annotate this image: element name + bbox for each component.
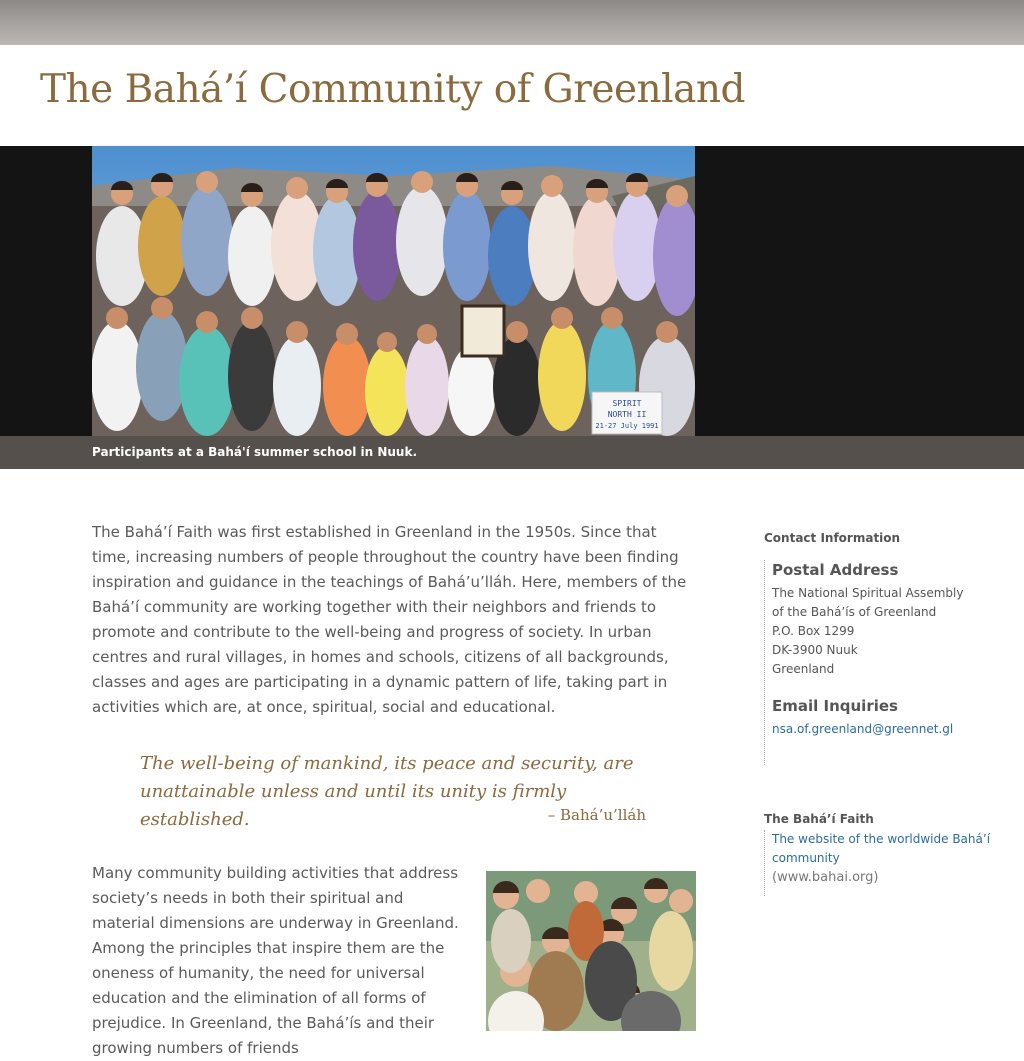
email-link[interactable]: nsa.of.greenland@greennet.gl bbox=[772, 720, 1012, 739]
community-paragraph: Many community building activities that … bbox=[92, 864, 459, 1057]
address-line: P.O. Box 1299 bbox=[772, 624, 855, 638]
hero-caption-bar: Participants at a Bahá'í summer school i… bbox=[0, 436, 1024, 469]
bahai-faith-block: The website of the worldwide Bahá’í comm… bbox=[764, 830, 992, 896]
intro-paragraph: The Bahá’í Faith was first established i… bbox=[92, 523, 687, 716]
group-photo-illustration: SPIRIT NORTH II 21-27 July 1991 bbox=[92, 146, 695, 436]
address-line: DK-3900 Nuuk bbox=[772, 643, 858, 657]
bahai-website-url: (www.bahai.org) bbox=[772, 870, 879, 885]
address-line: Greenland bbox=[772, 662, 835, 676]
postal-address-title: Postal Address bbox=[772, 561, 899, 579]
site-header: The Bahá’í Community of Greenland bbox=[0, 45, 1024, 146]
svg-text:NORTH II: NORTH II bbox=[608, 410, 647, 419]
address-line: of the Bahá’ís of Greenland bbox=[772, 605, 937, 619]
hero-caption: Participants at a Bahá'í summer school i… bbox=[92, 445, 417, 459]
bahai-faith-heading: The Bahá’í Faith bbox=[764, 812, 874, 826]
svg-text:SPIRIT: SPIRIT bbox=[613, 399, 642, 408]
site-title[interactable]: The Bahá’í Community of Greenland bbox=[40, 67, 745, 112]
portrait-frame bbox=[460, 304, 506, 358]
small-group-photo-illustration bbox=[486, 871, 696, 1031]
contact-details-block: Postal Address The National Spiritual As… bbox=[764, 560, 1012, 765]
svg-text:21-27 July 1991: 21-27 July 1991 bbox=[595, 422, 658, 430]
intro-section: The Bahá’í Faith was first established i… bbox=[92, 520, 692, 720]
address-line: The National Spiritual Assembly bbox=[772, 586, 964, 600]
contact-information-heading: Contact Information bbox=[764, 531, 901, 545]
email-inquiries-title: Email Inquiries bbox=[772, 697, 898, 715]
blockquote-attribution: – Bahá’u’lláh bbox=[547, 806, 646, 824]
hero-group-photo: SPIRIT NORTH II 21-27 July 1991 bbox=[92, 146, 695, 436]
top-gradient-bar bbox=[0, 0, 1024, 45]
group-photo-small bbox=[486, 871, 696, 1031]
bahai-website-link[interactable]: The website of the worldwide Bahá’í comm… bbox=[772, 830, 992, 868]
spirit-north-sign: SPIRIT NORTH II 21-27 July 1991 bbox=[591, 391, 663, 435]
